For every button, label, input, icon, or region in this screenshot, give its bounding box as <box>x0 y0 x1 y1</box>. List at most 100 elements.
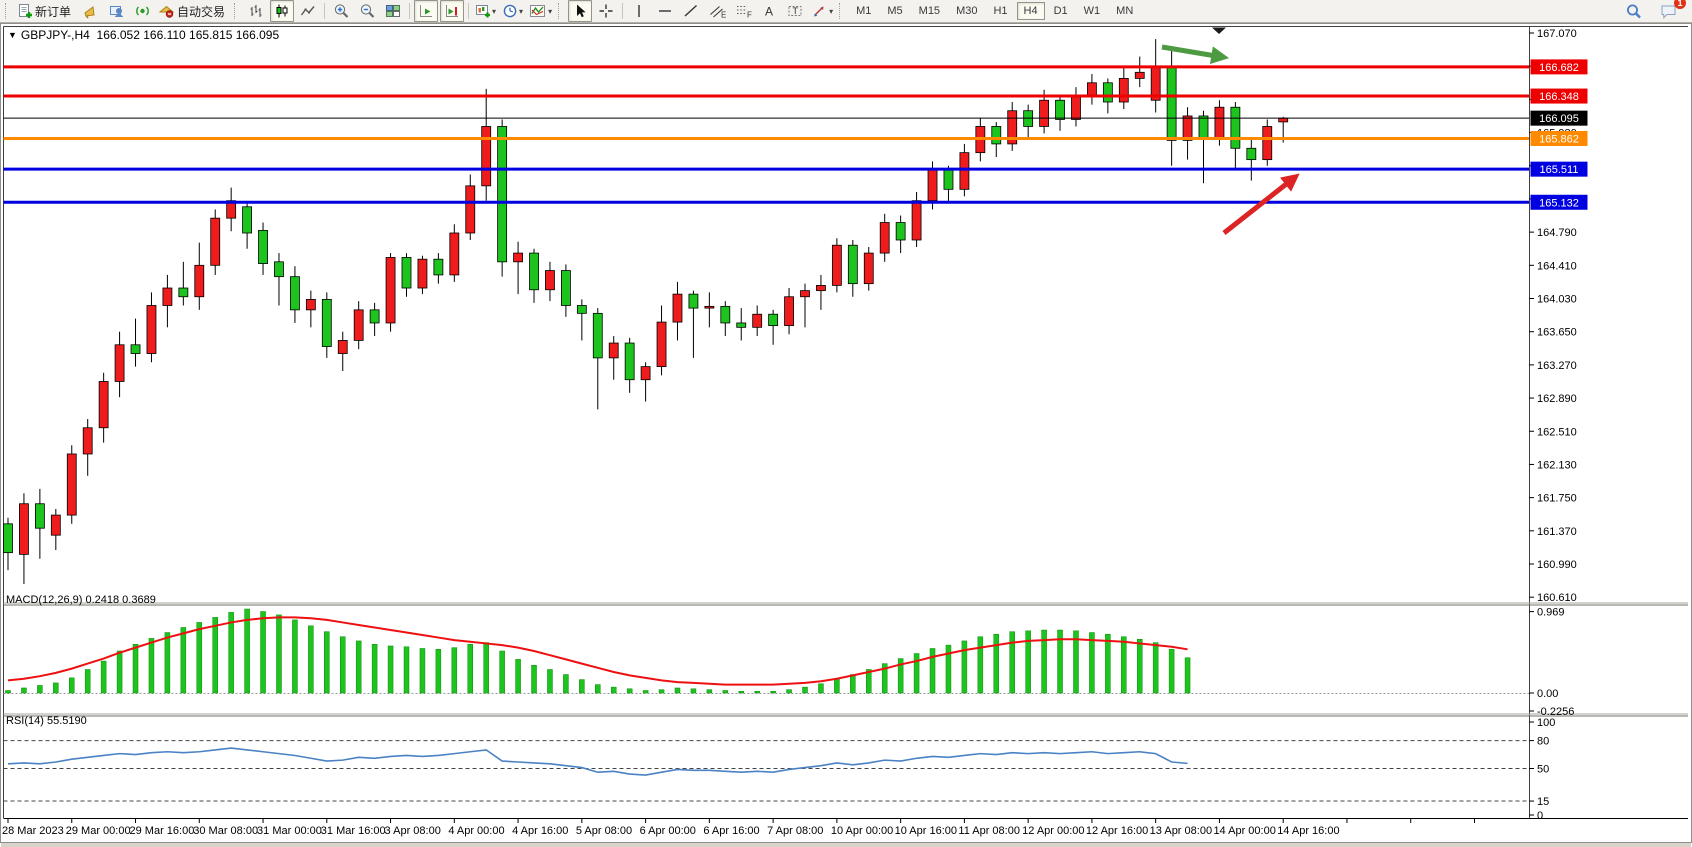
svg-text:163.650: 163.650 <box>1537 327 1577 339</box>
toolbar-separator <box>468 3 469 19</box>
timeframe-d1-button[interactable]: D1 <box>1047 2 1075 20</box>
rsi-indicator-label: RSI(14) 55.5190 <box>6 715 87 727</box>
notifications-button[interactable]: 1 <box>1657 0 1681 22</box>
new-order-icon <box>17 3 33 19</box>
chart-shift-button[interactable] <box>440 0 464 22</box>
chart-ohlc-values: 166.052 166.110 165.815 166.095 <box>97 28 280 42</box>
toolbar-separator <box>324 3 325 19</box>
chart-area[interactable]: 167.070166.690166.310165.930165.550165.1… <box>0 0 1692 847</box>
channel-icon: E <box>709 3 726 19</box>
timeframe-h4-button[interactable]: H4 <box>1017 2 1045 20</box>
crosshair-button[interactable] <box>594 0 618 22</box>
timeframe-w1-button[interactable]: W1 <box>1077 2 1108 20</box>
toolbar-grip[interactable] <box>558 3 563 19</box>
zoom-out-button[interactable] <box>355 0 379 22</box>
zoom-in-icon <box>333 3 350 19</box>
toolbar-grip[interactable] <box>839 3 844 19</box>
svg-text:164.030: 164.030 <box>1537 294 1577 306</box>
timeframe-m5-button[interactable]: M5 <box>880 2 909 20</box>
equidistant-channel-button[interactable]: E <box>705 0 729 22</box>
svg-text:165.132: 165.132 <box>1539 197 1579 209</box>
tile-windows-button[interactable] <box>381 0 405 22</box>
timeframe-m30-button[interactable]: M30 <box>949 2 984 20</box>
candlestick-chart-button[interactable] <box>270 0 294 22</box>
main-toolbar: 新订单 自动交易 <box>0 0 1692 23</box>
signals-button[interactable] <box>130 0 154 22</box>
period-selector-button[interactable]: ▾ <box>500 0 525 22</box>
toolbar-grip[interactable] <box>234 3 239 19</box>
text-label-icon: T <box>787 3 804 19</box>
dropdown-arrow-icon: ▾ <box>492 7 496 16</box>
search-button[interactable] <box>1622 0 1646 22</box>
horizontal-line-icon <box>657 3 673 19</box>
svg-text:166.682: 166.682 <box>1539 62 1579 74</box>
svg-text:10 Apr 16:00: 10 Apr 16:00 <box>895 825 957 837</box>
text-label-button[interactable]: T <box>783 0 807 22</box>
svg-text:F: F <box>747 11 752 20</box>
toolbar-grip[interactable] <box>5 3 10 19</box>
svg-text:166.095: 166.095 <box>1539 113 1579 125</box>
svg-text:162.890: 162.890 <box>1537 393 1577 405</box>
indicators-button[interactable]: ▾ <box>527 0 554 22</box>
chart-title: ▼GBPJPY-,H4 166.052 166.110 165.815 166.… <box>8 28 279 42</box>
svg-text:50: 50 <box>1537 764 1549 776</box>
news-horn-button[interactable] <box>78 0 102 22</box>
search-icon <box>1625 3 1643 20</box>
crosshair-icon <box>598 3 614 19</box>
svg-text:A: A <box>765 5 773 19</box>
svg-text:29 Mar 00:00: 29 Mar 00:00 <box>66 825 131 837</box>
svg-text:11 Apr 08:00: 11 Apr 08:00 <box>958 825 1020 837</box>
vertical-line-button[interactable] <box>627 0 651 22</box>
timeframe-m1-button[interactable]: M1 <box>849 2 878 20</box>
svg-text:162.130: 162.130 <box>1537 459 1577 471</box>
svg-text:4 Apr 16:00: 4 Apr 16:00 <box>512 825 568 837</box>
trendline-button[interactable] <box>679 0 703 22</box>
symbol-dropdown-icon[interactable]: ▼ <box>8 30 17 40</box>
fibonacci-button[interactable]: F <box>731 0 755 22</box>
svg-text:0.00: 0.00 <box>1537 688 1558 700</box>
svg-text:3 Apr 08:00: 3 Apr 08:00 <box>385 825 441 837</box>
svg-text:164.790: 164.790 <box>1537 227 1577 239</box>
svg-text:15: 15 <box>1537 796 1549 808</box>
macd-indicator-label: MACD(12,26,9) 0.2418 0.3689 <box>6 594 156 606</box>
timeframe-m15-button[interactable]: M15 <box>912 2 947 20</box>
bar-chart-button[interactable] <box>244 0 268 22</box>
tile-windows-icon <box>385 3 401 19</box>
dropdown-arrow-icon: ▾ <box>519 7 523 16</box>
person-monitor-icon <box>108 3 125 19</box>
svg-text:161.370: 161.370 <box>1537 526 1577 538</box>
svg-text:14 Apr 16:00: 14 Apr 16:00 <box>1277 825 1339 837</box>
vertical-line-icon <box>632 3 646 19</box>
svg-text:163.270: 163.270 <box>1537 360 1577 372</box>
new-chart-button[interactable]: ▾ <box>473 0 498 22</box>
horizontal-line-button[interactable] <box>653 0 677 22</box>
timeframe-h1-button[interactable]: H1 <box>986 2 1014 20</box>
auto-trading-button[interactable]: 自动交易 <box>156 0 230 22</box>
svg-text:0.969: 0.969 <box>1537 607 1565 619</box>
arrows-tool-icon <box>811 3 828 19</box>
svg-text:14 Apr 00:00: 14 Apr 00:00 <box>1213 825 1275 837</box>
cursor-button[interactable] <box>568 0 592 22</box>
notification-badge: 1 <box>1674 0 1686 9</box>
zoom-in-button[interactable] <box>329 0 353 22</box>
auto-trading-icon <box>158 3 175 19</box>
line-chart-button[interactable] <box>296 0 320 22</box>
zoom-out-icon <box>359 3 376 19</box>
svg-text:31 Mar 00:00: 31 Mar 00:00 <box>257 825 322 837</box>
arrows-tool-button[interactable]: ▾ <box>809 0 835 22</box>
svg-text:164.410: 164.410 <box>1537 260 1577 272</box>
toolbar-separator <box>622 3 623 19</box>
timeframe-mn-button[interactable]: MN <box>1109 2 1140 20</box>
svg-text:4 Apr 00:00: 4 Apr 00:00 <box>448 825 504 837</box>
text-a-icon: A <box>762 3 776 19</box>
metaeditor-button[interactable] <box>104 0 128 22</box>
svg-text:T: T <box>792 6 798 16</box>
text-button[interactable]: A <box>757 0 781 22</box>
svg-text:5 Apr 08:00: 5 Apr 08:00 <box>576 825 632 837</box>
candlestick-icon <box>274 3 290 19</box>
fibonacci-icon: F <box>735 3 752 19</box>
auto-scroll-button[interactable] <box>414 0 438 22</box>
signal-waves-icon <box>134 3 151 19</box>
svg-text:80: 80 <box>1537 736 1549 748</box>
new-order-button[interactable]: 新订单 <box>15 0 76 22</box>
